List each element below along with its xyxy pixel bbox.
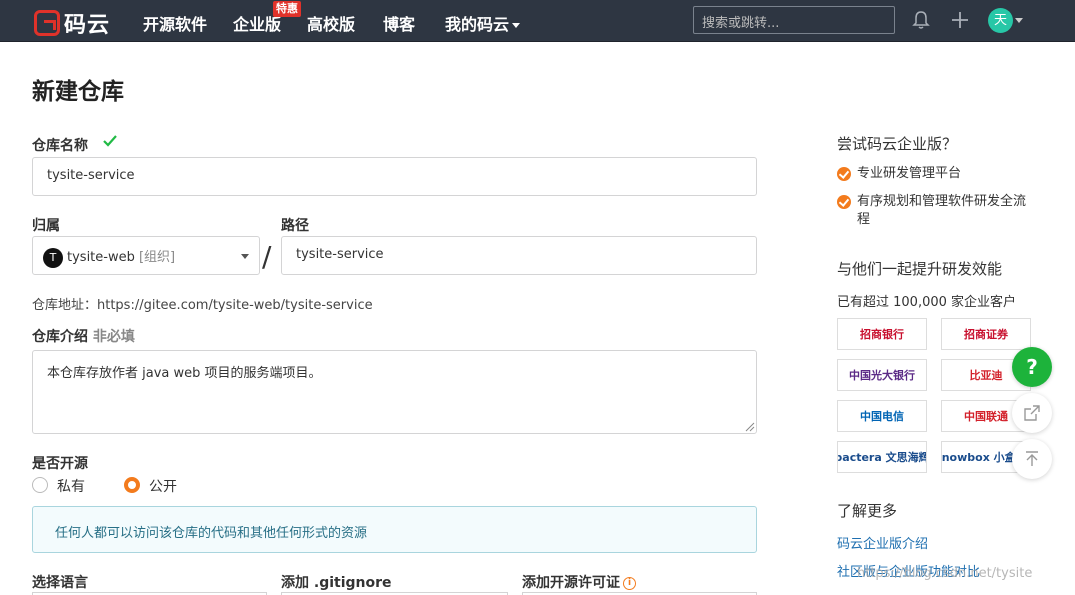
chevron-down-icon xyxy=(241,254,249,259)
bell-icon[interactable] xyxy=(912,10,930,30)
intro-label-text: 仓库介绍 xyxy=(32,329,88,345)
private-radio[interactable] xyxy=(32,477,48,493)
intro-textarea[interactable]: 本仓库存放作者 java web 项目的服务端项目。 xyxy=(32,350,757,434)
owner-type-tag: [组织] xyxy=(138,250,176,265)
gitee-logo-icon xyxy=(34,10,60,36)
license-label: 添加开源许可证 i xyxy=(522,572,636,592)
boost-title: 与他们一起提升研发效能 xyxy=(837,260,1003,278)
customer-logo-cms: 招商证券 xyxy=(941,318,1031,350)
license-label-text: 添加开源许可证 xyxy=(522,575,620,591)
path-separator: / xyxy=(262,240,272,273)
language-label: 选择语言 xyxy=(32,575,88,591)
gitignore-label: 添加 .gitignore xyxy=(281,575,392,591)
resize-grip-icon[interactable] xyxy=(745,422,755,432)
avatar[interactable]: 天 xyxy=(988,8,1013,33)
owner-avatar: T xyxy=(43,247,63,268)
chevron-down-icon xyxy=(512,23,521,28)
help-button[interactable]: ? xyxy=(1012,347,1052,387)
promo-badge: 特惠 xyxy=(273,1,301,17)
watermark: https://blog.csdn.net/tysite xyxy=(857,566,1033,581)
private-radio-label[interactable]: 私有 xyxy=(57,476,85,496)
page-title: 新建仓库 xyxy=(32,79,124,105)
public-radio[interactable] xyxy=(124,477,140,493)
customer-logo-ceb: 中国光大银行 xyxy=(837,359,927,391)
chevron-down-icon[interactable] xyxy=(1015,18,1023,23)
check-icon xyxy=(103,135,117,147)
public-radio-label[interactable]: 公开 xyxy=(149,476,177,496)
learn-more-title: 了解更多 xyxy=(837,502,898,520)
open-source-label: 是否开源 xyxy=(32,456,88,472)
customer-logo-telecom: 中国电信 xyxy=(837,400,927,432)
optional-hint: 非必填 xyxy=(92,329,135,345)
nav-open-source[interactable]: 开源软件 xyxy=(143,11,207,35)
back-to-top-button[interactable] xyxy=(1012,439,1052,479)
owner-name: tysite-web xyxy=(67,250,135,265)
nav-my-gitee-label: 我的码云 xyxy=(445,15,510,34)
nav-education[interactable]: 高校版 xyxy=(307,11,355,35)
customer-logo-cmb: 招商银行 xyxy=(837,318,927,350)
plus-icon[interactable] xyxy=(950,10,970,30)
feedback-button[interactable] xyxy=(1012,393,1052,433)
gitee-logo[interactable]: 码云 xyxy=(34,7,110,39)
intro-label: 仓库介绍 非必填 xyxy=(32,326,135,346)
enterprise-trial-title: 尝试码云企业版？ xyxy=(837,135,958,153)
search-input[interactable]: 搜索或跳转... xyxy=(693,6,895,34)
logo-text: 码云 xyxy=(64,13,111,38)
check-circle-icon xyxy=(837,167,851,181)
info-icon[interactable]: i xyxy=(623,576,636,590)
customers-count: 已有超过 100,000 家企业客户 xyxy=(837,295,1017,310)
feature-item: 专业研发管理平台 xyxy=(857,166,962,181)
nav-my-gitee[interactable]: 我的码云 xyxy=(445,11,521,35)
feature-item: 有序规划和管理软件研发全流程 xyxy=(857,194,1027,227)
nav-blog[interactable]: 博客 xyxy=(383,11,415,35)
repo-address: 仓库地址：https://gitee.com/tysite-web/tysite… xyxy=(32,298,373,313)
path-label: 路径 xyxy=(281,218,309,234)
enterprise-intro-link[interactable]: 码云企业版介绍 xyxy=(837,533,928,552)
owner-label: 归属 xyxy=(32,218,60,234)
top-navbar: 码云 开源软件 企业版 特惠 高校版 博客 我的码云 搜索或跳转... 天 xyxy=(0,0,1075,42)
share-icon xyxy=(1024,405,1040,421)
check-circle-icon xyxy=(837,195,851,209)
arrow-up-icon xyxy=(1026,451,1038,466)
path-input[interactable]: tysite-service xyxy=(281,236,757,275)
owner-select[interactable]: Ttysite-web [组织] xyxy=(32,236,260,275)
repo-name-input[interactable]: tysite-service xyxy=(32,157,757,196)
public-notice: 任何人都可以访问该仓库的代码和其他任何形式的资源 xyxy=(32,506,757,553)
customer-logo-pactera: pactera 文思海辉 xyxy=(837,441,927,473)
repo-name-label: 仓库名称 xyxy=(32,138,88,154)
